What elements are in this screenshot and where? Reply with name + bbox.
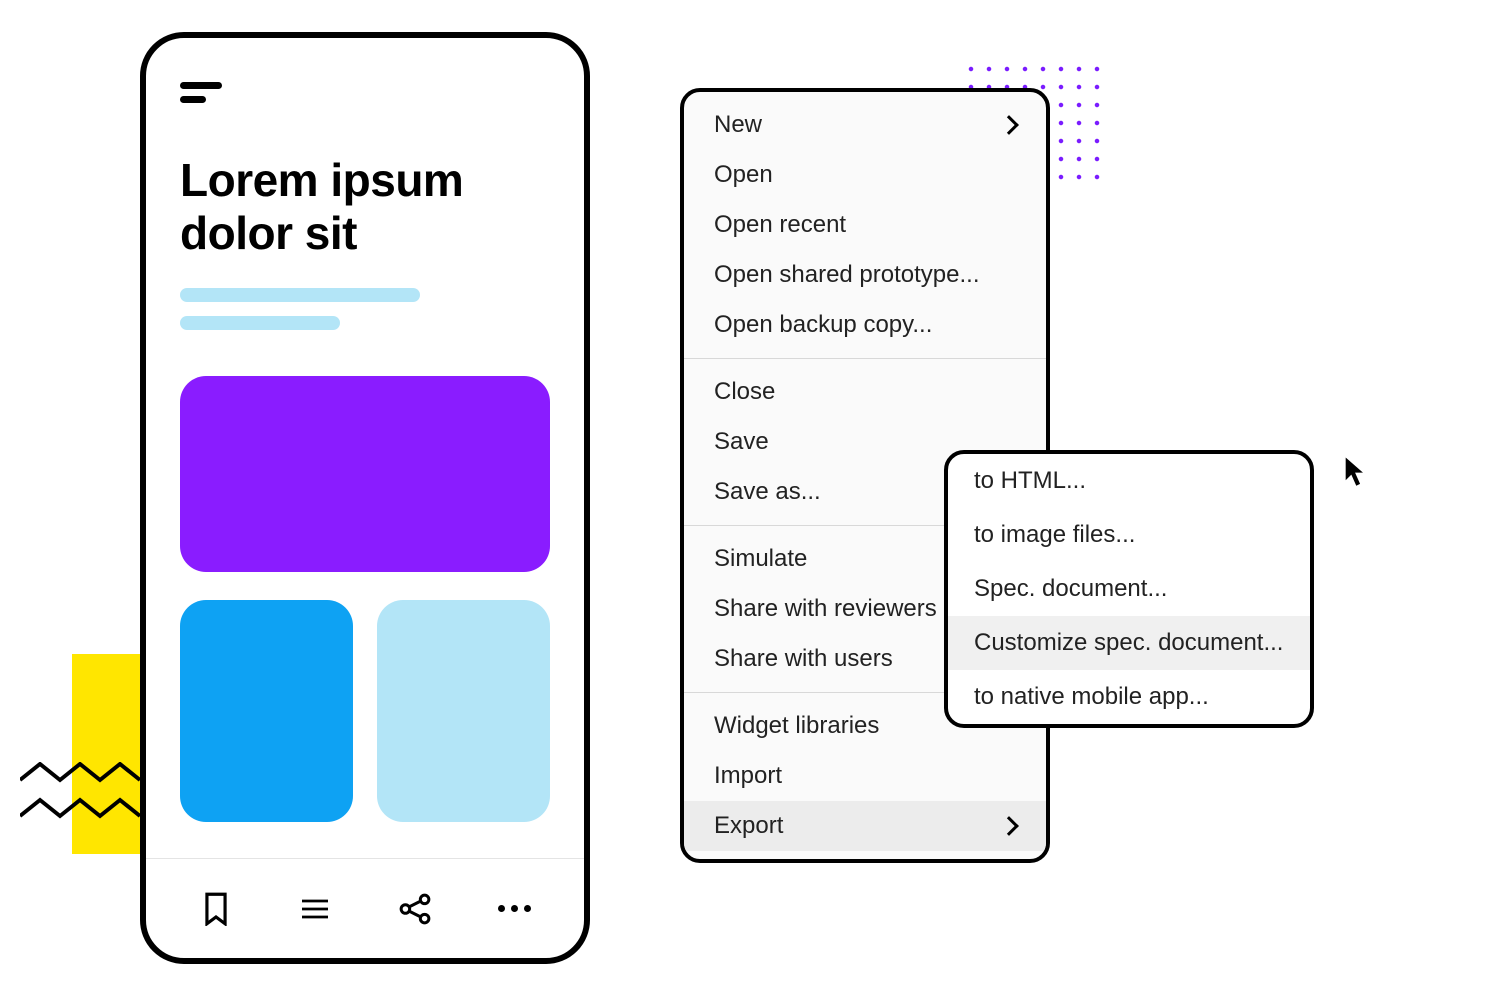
list-icon[interactable] [295,889,335,929]
export-submenu: to HTML... to image files... Spec. docum… [944,450,1314,728]
menu-item-label: Export [714,812,783,840]
menu-item-label: Simulate [714,545,807,573]
hamburger-icon[interactable] [180,82,222,106]
feature-card-small[interactable] [377,600,550,822]
menu-item-label: Import [714,762,782,790]
menu-item-label: Open recent [714,211,846,239]
tab-bar [146,858,584,958]
menu-item-label: Save as... [714,478,821,506]
cursor-icon [1342,455,1370,489]
menu-item-label: to image files... [974,521,1135,549]
menu-item-label: Close [714,378,775,406]
menu-item-import[interactable]: Import [684,751,1046,801]
feature-card-small[interactable] [180,600,353,822]
text-placeholder [180,316,340,330]
more-icon[interactable] [494,889,534,929]
menu-item-new[interactable]: New [684,100,1046,150]
decor-zigzag [20,762,150,846]
submenu-item-to-image-files[interactable]: to image files... [948,508,1310,562]
menu-item-open-recent[interactable]: Open recent [684,200,1046,250]
menu-item-label: Customize spec. document... [974,629,1283,657]
menu-item-label: Open shared prototype... [714,261,980,289]
feature-card-large[interactable] [180,376,550,572]
menu-item-label: Widget libraries [714,712,879,740]
text-placeholder [180,288,420,302]
chevron-right-icon [999,115,1019,135]
menu-item-label: Open [714,161,773,189]
menu-item-label: Share with reviewers [714,595,937,623]
submenu-item-customize-spec-document[interactable]: Customize spec. document... [948,616,1310,670]
menu-item-label: Save [714,428,769,456]
menu-item-export[interactable]: Export [684,801,1046,851]
submenu-item-to-html[interactable]: to HTML... [948,454,1310,508]
menu-item-label: Share with users [714,645,893,673]
menu-item-label: New [714,111,762,139]
bookmark-icon[interactable] [196,889,236,929]
menu-item-label: to native mobile app... [974,683,1209,711]
menu-item-open[interactable]: Open [684,150,1046,200]
submenu-item-spec-document[interactable]: Spec. document... [948,562,1310,616]
page-title: Lorem ipsum dolor sit [180,154,550,260]
share-icon[interactable] [395,889,435,929]
menu-item-label: Spec. document... [974,575,1167,603]
menu-item-label: Open backup copy... [714,311,932,339]
menu-item-open-backup-copy[interactable]: Open backup copy... [684,300,1046,350]
menu-item-close[interactable]: Close [684,367,1046,417]
menu-item-open-shared-prototype[interactable]: Open shared prototype... [684,250,1046,300]
phone-frame: Lorem ipsum dolor sit [140,32,590,964]
submenu-item-to-native-mobile-app[interactable]: to native mobile app... [948,670,1310,724]
menu-item-label: to HTML... [974,467,1086,495]
chevron-right-icon [999,816,1019,836]
